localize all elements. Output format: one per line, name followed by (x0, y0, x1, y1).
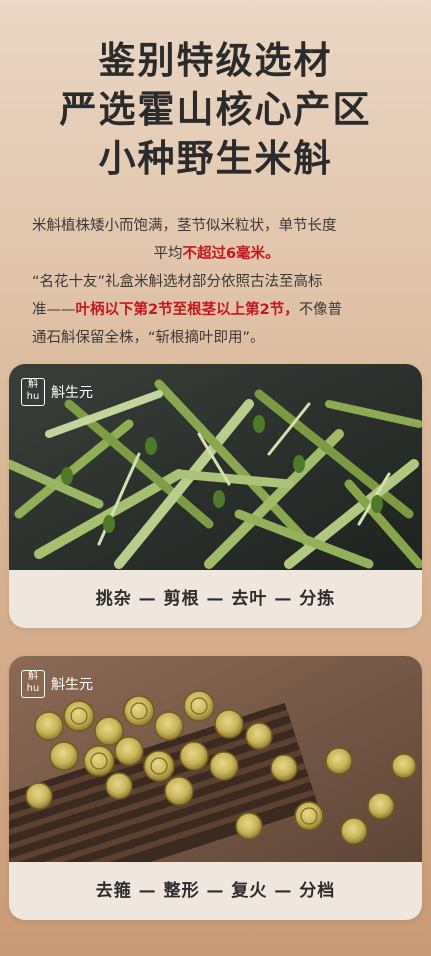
brand-name: 斛生元 (51, 677, 93, 693)
process-card-2: 斛 hu 斛生元 去箍 — 整形 — 复火 — 分档 (9, 656, 422, 920)
desc-text: 通石斛保留全株，“斩根摘叶即用”。 (32, 330, 265, 346)
process-card-1: 斛 hu 斛生元 挑杂 — 剪根 — 去叶 — 分拣 (9, 364, 422, 628)
desc-text: “名花十友”礼盒米斛选材部分依照古法至高标 (32, 274, 323, 290)
brand-seal-icon: 斛 hu (21, 378, 45, 406)
desc-text: 平均 (153, 246, 183, 262)
desc-text: 不像普 (298, 302, 343, 318)
title-line-1: 鉴别特级选材 (98, 39, 333, 82)
dendrobium-stems-photo: 斛 hu 斛生元 (9, 364, 422, 570)
desc-text: 准—— (32, 302, 76, 318)
process-caption-2: 去箍 — 整形 — 复火 — 分档 (95, 881, 336, 901)
process-caption-1: 挑杂 — 剪根 — 去叶 — 分拣 (95, 589, 336, 609)
dendrobium-coils-photo: 斛 hu 斛生元 (9, 656, 422, 862)
brand-seal-icon: 斛 hu (21, 670, 45, 698)
desc-paragraph-2: “名花十友”礼盒米斛选材部分依照古法至高标 准——叶柄以下第2节至根茎以上第2节… (32, 268, 401, 352)
desc-paragraph-1: 米斛植株矮小而饱满，茎节似米粒状，单节长度 平均不超过6毫米。 (32, 212, 401, 268)
brand-logo: 斛 hu 斛生元 (21, 670, 93, 698)
brand-name: 斛生元 (51, 385, 93, 401)
brand-logo: 斛 hu 斛生元 (21, 378, 93, 406)
desc-highlight: 不超过6毫米。 (182, 246, 280, 262)
desc-text: 米斛植株矮小而饱满，茎节似米粒状，单节长度 (32, 218, 337, 234)
title-line-2: 严选霍山核心产区 (59, 88, 372, 131)
description: 米斛植株矮小而饱满，茎节似米粒状，单节长度 平均不超过6毫米。 “名花十友”礼盒… (32, 212, 401, 352)
page-title: 鉴别特级选材 严选霍山核心产区 小种野生米斛 (0, 36, 431, 183)
desc-highlight: 叶柄以下第2节至根茎以上第2节， (75, 302, 299, 318)
title-line-3: 小种野生米斛 (98, 137, 333, 180)
